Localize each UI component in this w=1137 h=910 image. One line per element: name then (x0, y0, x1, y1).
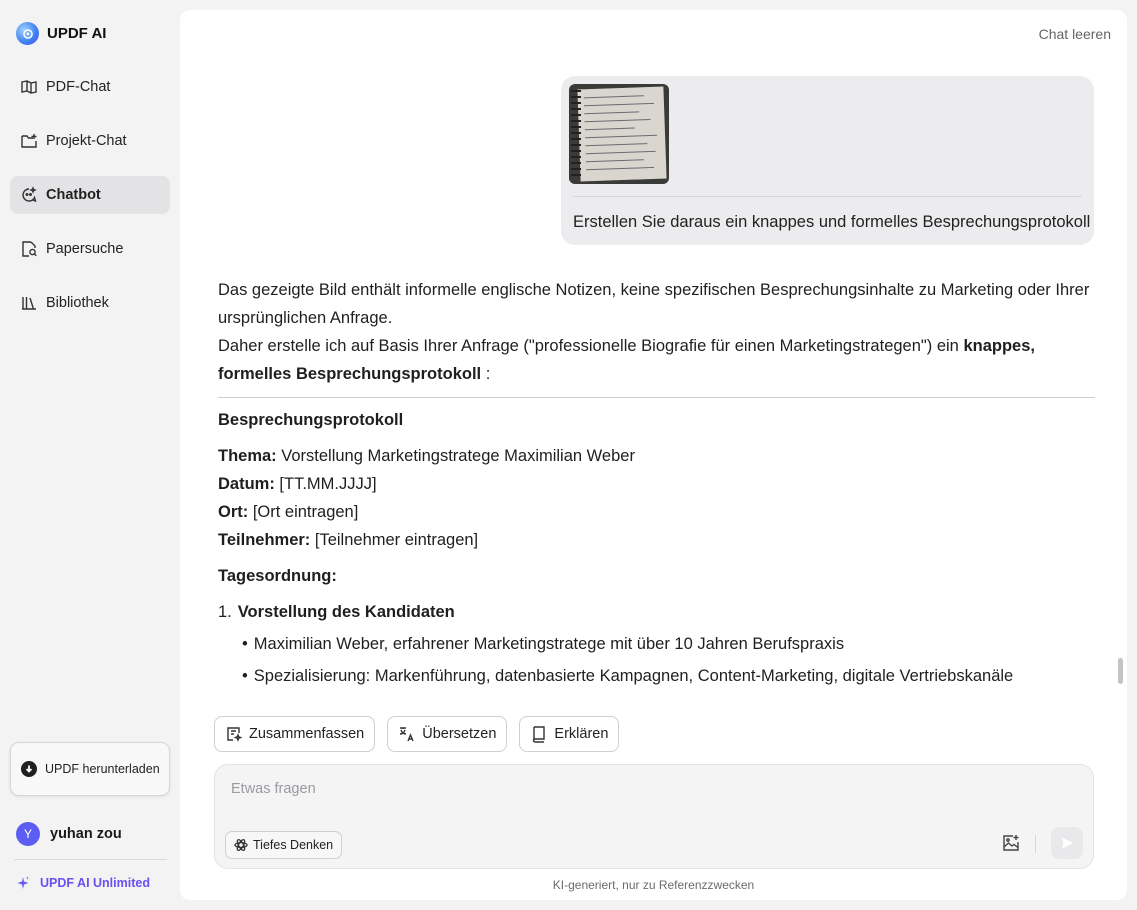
download-updf-button[interactable]: UPDF herunterladen (10, 742, 170, 796)
protocol-heading: Besprechungsprotokoll (218, 411, 404, 429)
sidebar-item-label: Projekt-Chat (46, 133, 127, 149)
folder-plus-icon (21, 134, 37, 148)
sidebar-item-projekt-chat[interactable]: Projekt-Chat (10, 122, 170, 160)
attached-image-thumbnail[interactable] (569, 84, 669, 184)
field-teilnehmer: Teilnehmer: [Teilnehmer eintragen] (218, 531, 479, 549)
answer-intro-2: Daher erstelle ich auf Basis Ihrer Anfra… (218, 337, 1035, 383)
upgrade-link[interactable]: UPDF AI Unlimited (16, 876, 150, 890)
open-book-icon (21, 80, 37, 94)
sidebar-item-bibliothek[interactable]: Bibliothek (10, 284, 170, 322)
translate-button[interactable]: Übersetzen (387, 716, 508, 752)
list-item: Maximilian Weber, erfahrener Marketingst… (218, 628, 1095, 660)
assistant-answer: Das gezeigte Bild enthält informelle eng… (218, 276, 1095, 692)
summarize-icon (227, 727, 243, 742)
chat-input[interactable] (231, 781, 931, 797)
summarize-button[interactable]: Zusammenfassen (214, 716, 376, 752)
sidebar-item-label: Bibliothek (46, 295, 109, 311)
clear-chat-button[interactable]: Chat leeren (1039, 26, 1111, 42)
sidebar-item-label: Chatbot (46, 187, 101, 203)
atom-icon (234, 839, 248, 851)
brand[interactable]: UPDF AI (16, 22, 106, 45)
field-datum: Datum: [TT.MM.JJJJ] (218, 475, 377, 493)
divider (218, 397, 1095, 398)
user-message-text: Erstellen Sie daraus ein knappes und for… (573, 213, 1091, 231)
image-upload-button[interactable] (1001, 833, 1021, 853)
image-add-icon (1003, 835, 1019, 851)
sidebar-item-label: PDF-Chat (46, 79, 111, 95)
download-label: UPDF herunterladen (45, 761, 160, 776)
deep-thinking-toggle[interactable]: Tiefes Denken (225, 831, 343, 859)
chatbot-icon (22, 186, 37, 203)
updf-logo-icon (16, 22, 39, 45)
chat-panel: Chat leeren Erstellen Sie daraus ein kna… (180, 10, 1127, 900)
brand-name: UPDF AI (47, 25, 107, 42)
sidebar-item-label: Papersuche (46, 241, 124, 257)
avatar: Y (16, 822, 40, 846)
notebook-rings (571, 90, 581, 178)
scrollbar-thumb[interactable] (1118, 658, 1123, 684)
sidebar-divider (14, 859, 167, 860)
upgrade-label: UPDF AI Unlimited (40, 876, 150, 890)
user-profile[interactable]: Y yuhan zou (16, 822, 122, 846)
send-button[interactable] (1051, 827, 1083, 859)
quick-actions: Zusammenfassen Übersetzen Erklären (214, 716, 620, 752)
composer: Tiefes Denken (214, 764, 1094, 869)
agenda-item: 1. Vorstellung des Kandidaten (218, 603, 455, 621)
list-item: Spezialisierung: Markenführung, datenbas… (218, 660, 1095, 692)
sparkle-icon (17, 876, 29, 889)
download-icon (21, 761, 37, 777)
bubble-divider (573, 196, 1082, 197)
send-icon (1062, 837, 1073, 849)
explain-button[interactable]: Erklären (519, 716, 620, 752)
notebook-paper (577, 86, 667, 182)
sidebar-item-chatbot[interactable]: Chatbot (10, 176, 170, 214)
answer-intro: Das gezeigte Bild enthält informelle eng… (218, 281, 1090, 327)
sidebar-item-pdf-chat[interactable]: PDF-Chat (10, 68, 170, 106)
book-icon (533, 726, 546, 743)
search-document-icon (22, 241, 37, 257)
user-name: yuhan zou (50, 826, 122, 842)
composer-divider (1035, 835, 1036, 853)
translate-icon (400, 727, 414, 742)
ai-disclaimer: KI-generiert, nur zu Referenzzwecken (552, 878, 755, 892)
sidebar: UPDF AI PDF-Chat Projekt-Chat Chatbot Pa… (0, 0, 180, 910)
agenda-heading: Tagesordnung: (218, 567, 337, 585)
user-message: Erstellen Sie daraus ein knappes und for… (561, 76, 1094, 245)
sidebar-item-papersuche[interactable]: Papersuche (10, 230, 170, 268)
sidebar-nav: PDF-Chat Projekt-Chat Chatbot Papersuche… (10, 68, 170, 338)
field-thema: Thema: Vorstellung Marketingstratege Max… (218, 447, 635, 465)
library-icon (22, 297, 36, 310)
field-ort: Ort: [Ort eintragen] (218, 503, 359, 521)
